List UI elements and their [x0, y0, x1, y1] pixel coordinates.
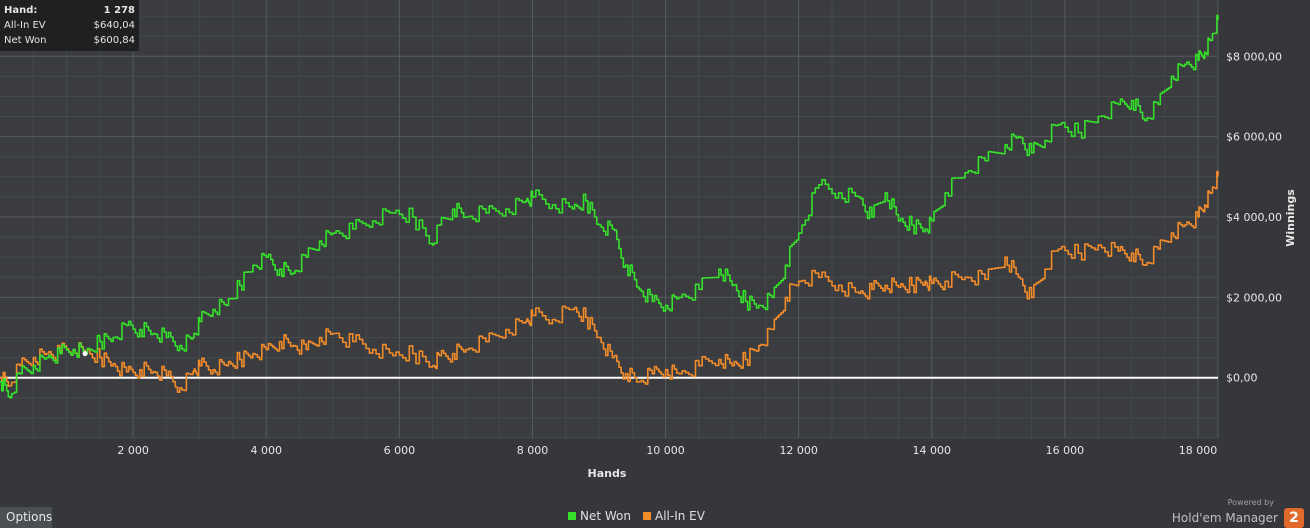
legend-item-all-in-ev[interactable]: All-In EV [643, 509, 705, 523]
x-tick-label: 14 000 [913, 444, 952, 457]
legend-label-net-won: Net Won [580, 509, 631, 523]
x-tick-label: 16 000 [1046, 444, 1085, 457]
legend-swatch-net-won [568, 512, 576, 520]
x-axis-label: Hands [588, 467, 627, 480]
hand-tooltip: Hand: 1 278 All-In EV $640,04 Net Won $6… [0, 0, 139, 51]
tooltip-net-row: Net Won $600,84 [4, 33, 135, 48]
hover-marker [82, 351, 88, 357]
y-axis-label: Winnings [1284, 189, 1297, 247]
plot-area [0, 0, 1218, 438]
x-tick-label: 18 000 [1179, 444, 1218, 457]
tooltip-net-value: $600,84 [93, 35, 135, 46]
y-tick-label: $0,00 [1226, 372, 1258, 385]
y-tick-label: $6 000,00 [1226, 131, 1282, 144]
legend-label-all-in-ev: All-In EV [655, 509, 705, 523]
tooltip-ev-label: All-In EV [4, 20, 46, 31]
tooltip-hand-row: Hand: 1 278 [4, 3, 135, 18]
x-tick-label: 6 000 [384, 444, 416, 457]
y-tick-label: $2 000,00 [1226, 291, 1282, 304]
tooltip-hand-value: 1 278 [103, 5, 135, 16]
y-tick-label: $8 000,00 [1226, 50, 1282, 63]
powered-by-text: Powered by [1227, 498, 1274, 507]
x-tick-label: 8 000 [517, 444, 549, 457]
winnings-chart: 2 000 4 000 6 000 8 000 10 000 12 000 14 000 16… [0, 0, 1297, 480]
chart-legend: Net Won All-In EV [568, 509, 717, 523]
hm2-logo-icon: 2 [1284, 508, 1304, 528]
x-tick-label: 2 000 [117, 444, 149, 457]
tooltip-ev-row: All-In EV $640,04 [4, 18, 135, 33]
branding: Powered by Hold'em Manager 2 [1172, 498, 1304, 528]
y-tick-label: $4 000,00 [1226, 211, 1282, 224]
tooltip-ev-value: $640,04 [93, 20, 135, 31]
legend-item-net-won[interactable]: Net Won [568, 509, 631, 523]
options-button[interactable]: Options [0, 507, 52, 528]
x-tick-label: 10 000 [646, 444, 685, 457]
x-axis-ticks: 2 000 4 000 6 000 8 000 10 000 12 000 14 000 16… [117, 444, 1217, 457]
legend-swatch-all-in-ev [643, 512, 651, 520]
x-tick-label: 12 000 [779, 444, 818, 457]
y-axis-ticks: $0,00 $2 000,00 $4 000,00 $6 000,00 $8 000,0… [1226, 50, 1282, 384]
x-tick-label: 4 000 [250, 444, 282, 457]
product-name: Hold'em Manager [1171, 511, 1278, 525]
tooltip-hand-label: Hand: [4, 5, 38, 16]
tooltip-net-label: Net Won [4, 35, 47, 46]
